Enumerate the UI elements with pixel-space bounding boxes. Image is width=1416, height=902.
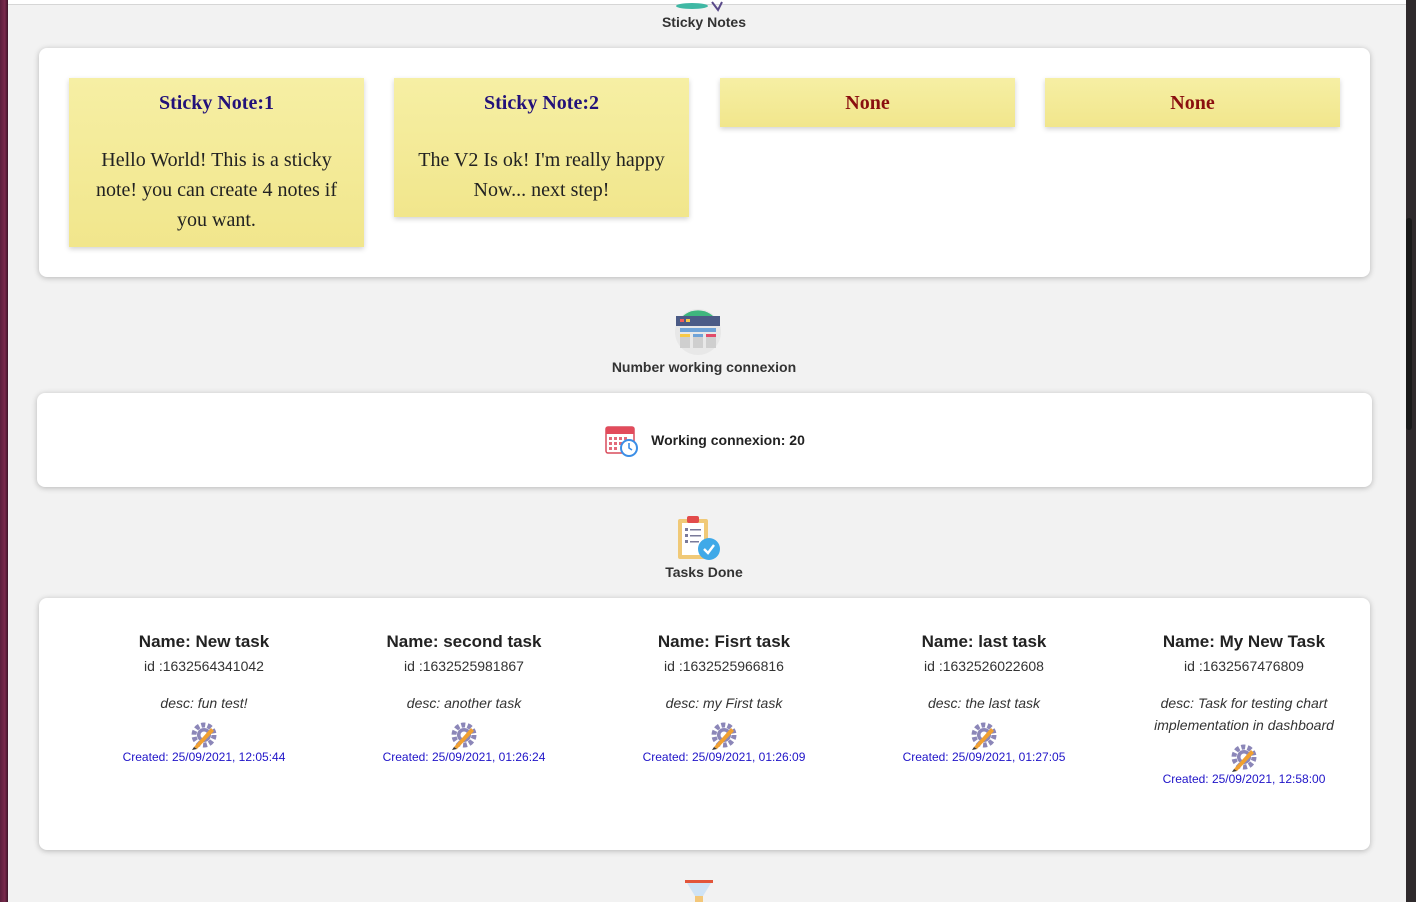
task-created: Created: 25/09/2021, 01:26:24 [382,750,546,764]
task-id: id :1632564341042 [144,658,264,674]
note-body: The V2 Is ok! I'm really happy Now... ne… [418,149,665,201]
gear-pencil-icon [1231,744,1257,772]
scrollbar-track[interactable] [1406,0,1416,902]
note-title: Sticky Note:1 [159,92,274,114]
connexion-row: Working connexion: 20 [37,423,1373,457]
task-id: id :1632525981867 [404,658,524,674]
sticky-note-empty[interactable]: None [1045,78,1340,127]
tasks-panel: Name: New task id :1632564341042 desc: f… [39,598,1370,850]
task-card[interactable]: Name: Fisrt task id :1632525966816 desc:… [594,632,854,764]
sticky-note-empty[interactable]: None [720,78,1015,127]
task-card[interactable]: Name: last task id :1632526022608 desc: … [854,632,1114,764]
task-desc: desc: another task [406,695,522,711]
task-created: Created: 25/09/2021, 12:58:00 [1162,772,1326,786]
calendar-clock-icon [605,426,639,457]
task-name: Name: Fisrt task [657,632,791,651]
sticky-note[interactable]: Sticky Note:1 Hello World! This is a sti… [69,78,364,247]
task-card[interactable]: Name: My New Task id :1632567476809 desc… [1114,632,1374,786]
note-title: None [845,92,890,114]
sticky-notes-title: Sticky Notes [661,14,747,30]
scrollbar-thumb[interactable] [1406,218,1412,430]
gear-pencil-icon [971,722,997,750]
sticky-note[interactable]: Sticky Note:2 The V2 Is ok! I'm really h… [394,78,689,217]
desktop-edge-left [0,0,8,902]
task-desc: desc: fun test! [160,695,248,711]
task-name: Name: second task [386,632,542,651]
task-id: id :1632525966816 [664,658,784,674]
task-created: Created: 25/09/2021, 01:27:05 [902,750,1066,764]
task-id: id :1632526022608 [924,658,1044,674]
task-desc: desc: Task for testing chart implementat… [1154,695,1334,733]
gear-pencil-icon [451,722,477,750]
dashboard-page: Sticky Notes Sticky Note:1 Hello World! … [8,0,1406,902]
task-name: Name: last task [921,632,1047,651]
gear-pencil-icon [711,722,737,750]
task-card[interactable]: Name: New task id :1632564341042 desc: f… [74,632,334,764]
funnel-icon [685,880,713,902]
tasks-title: Tasks Done [665,564,743,580]
task-created: Created: 25/09/2021, 12:05:44 [122,750,286,764]
connexion-panel: Working connexion: 20 [37,393,1372,487]
sticky-notes-panel: Sticky Note:1 Hello World! This is a sti… [39,48,1370,277]
note-body: Hello World! This is a sticky note! you … [95,149,337,231]
connexion-title: Number working connexion [611,359,797,375]
task-id: id :1632567476809 [1184,658,1304,674]
sticky-notes-icon [676,1,723,12]
task-name: Name: New task [138,632,270,651]
gear-pencil-icon [191,722,217,750]
note-title: Sticky Note:2 [484,92,599,114]
task-created: Created: 25/09/2021, 01:26:09 [642,750,806,764]
working-connexion-label: Working connexion: 20 [651,432,805,448]
clipboard-check-icon [678,516,720,560]
dashboard-icon [675,309,721,355]
task-card[interactable]: Name: second task id :1632525981867 desc… [334,632,594,764]
task-desc: desc: my First task [665,695,783,711]
task-name: Name: My New Task [1162,632,1326,651]
note-title: None [1170,92,1215,114]
task-desc: desc: the last task [927,695,1041,711]
